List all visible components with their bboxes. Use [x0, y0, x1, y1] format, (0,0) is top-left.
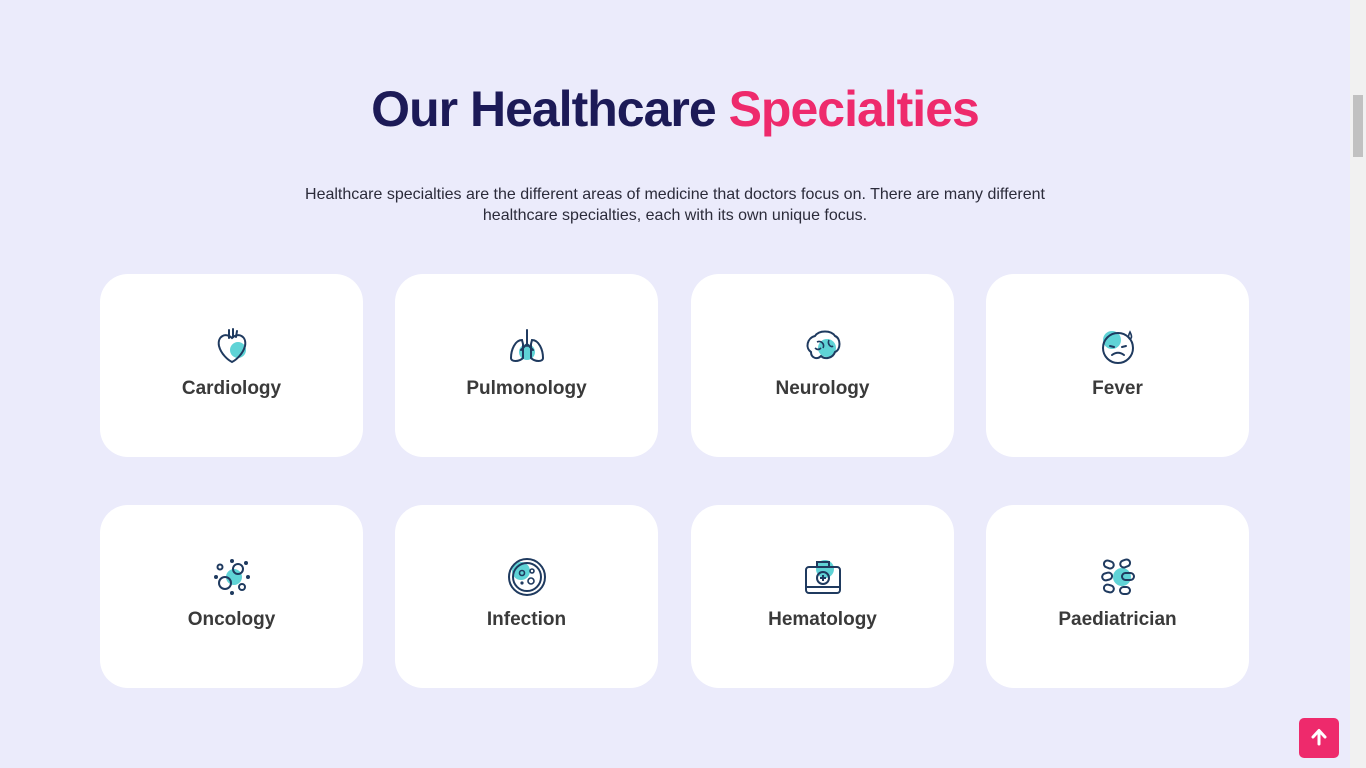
specialty-label: Hematology	[768, 609, 877, 630]
specialty-label: Neurology	[775, 378, 870, 399]
specialty-card-paediatrician[interactable]: Paediatrician	[986, 505, 1249, 688]
heart-icon	[212, 326, 252, 366]
title-main: Our Healthcare	[371, 81, 716, 137]
specialty-card-pulmonology[interactable]: Pulmonology	[395, 274, 658, 457]
sick-face-icon	[1098, 326, 1138, 366]
section-description: Healthcare specialties are the different…	[305, 186, 1045, 224]
specialty-card-cardiology[interactable]: Cardiology	[100, 274, 363, 457]
scrollbar-thumb[interactable]	[1353, 95, 1363, 157]
pills-icon	[1098, 557, 1138, 597]
lungs-icon	[507, 326, 547, 366]
first-aid-kit-icon	[803, 557, 843, 597]
specialty-card-oncology[interactable]: Oncology	[100, 505, 363, 688]
page-title: Our Healthcare Specialties	[0, 80, 1350, 138]
title-accent: Specialties	[728, 81, 980, 137]
arrow-up-icon	[1309, 727, 1329, 750]
specialty-label: Fever	[1092, 378, 1143, 399]
specialty-card-infection[interactable]: Infection	[395, 505, 658, 688]
specialty-label: Infection	[486, 609, 567, 630]
specialty-label: Paediatrician	[1058, 609, 1177, 630]
specialty-card-hematology[interactable]: Hematology	[691, 505, 954, 688]
specialty-card-neurology[interactable]: Neurology	[691, 274, 954, 457]
specialty-label: Cardiology	[181, 378, 282, 399]
specialty-label: Pulmonology	[466, 378, 587, 399]
petri-dish-icon	[507, 557, 547, 597]
scroll-to-top-button[interactable]	[1299, 718, 1339, 758]
specialty-label: Oncology	[187, 609, 276, 630]
virus-icon	[212, 557, 252, 597]
page-scrollbar[interactable]	[1350, 0, 1366, 768]
specialty-card-fever[interactable]: Fever	[986, 274, 1249, 457]
brain-icon	[803, 326, 843, 366]
specialties-section: Our Healthcare Specialties Healthcare sp…	[0, 0, 1350, 768]
